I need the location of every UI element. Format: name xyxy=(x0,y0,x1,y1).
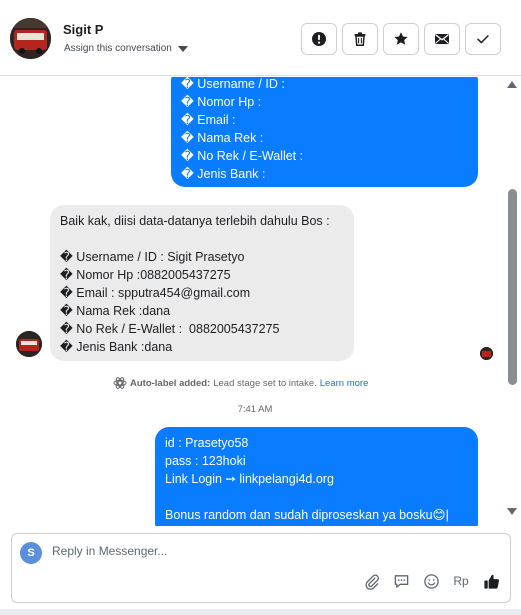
learn-more-link[interactable]: Learn more xyxy=(320,378,369,389)
saved-reply-icon xyxy=(394,574,408,588)
saved-reply-button[interactable] xyxy=(392,572,410,590)
emoji-button[interactable] xyxy=(422,572,440,590)
delete-button[interactable] xyxy=(342,23,378,55)
outgoing-message-form[interactable]: � Username / ID : � Nomor Hp : � Email :… xyxy=(171,77,478,187)
seen-receipt-avatar xyxy=(480,347,493,360)
mark-spam-button[interactable] xyxy=(301,23,337,55)
message-line: Link Login ➙ linkpelangi4d.org xyxy=(165,472,334,486)
star-icon xyxy=(394,32,408,45)
attach-button[interactable] xyxy=(362,572,380,590)
auto-label-title: Auto-label added: xyxy=(130,377,211,389)
thumbs-up-icon xyxy=(483,574,499,589)
trash-icon xyxy=(354,32,366,46)
automation-icon xyxy=(113,377,127,389)
conversation-header: Sigit P Assign this conversation xyxy=(0,0,521,76)
message-line: Bonus random dan sudah diproseskan ya bo… xyxy=(165,508,449,522)
reply-input[interactable] xyxy=(52,544,492,558)
paperclip-icon xyxy=(364,574,379,590)
exclamation-circle-icon xyxy=(312,32,326,46)
outgoing-message-reply[interactable]: id : Prasetyo58 pass : 123hoki Link Logi… xyxy=(155,427,478,526)
message-line: � Email : xyxy=(181,113,236,127)
message-line: � Nomor Hp : xyxy=(181,95,262,109)
star-button[interactable] xyxy=(383,23,419,55)
message-line: � Email : spputra454@gmail.com xyxy=(60,286,251,300)
message-line: � Username / ID : Sigit Prasetyo xyxy=(60,250,245,264)
scroll-down-arrow-icon[interactable] xyxy=(507,508,517,515)
assign-conversation-dropdown[interactable]: Assign this conversation xyxy=(64,43,188,54)
auto-label-note: Auto-label added: Lead stage set to inta… xyxy=(113,376,368,390)
message-line: � Jenis Bank : xyxy=(181,167,266,181)
mark-done-button[interactable] xyxy=(465,23,501,55)
incoming-message[interactable]: Baik kak, diisi data-datanya terlebih da… xyxy=(50,205,354,361)
message-line: Baik kak, diisi data-datanya terlebih da… xyxy=(60,214,330,228)
reply-composer: S Rp xyxy=(11,533,511,603)
message-line: � No Rek / E-Wallet : xyxy=(181,149,304,163)
page-avatar: S xyxy=(20,542,42,564)
checkmark-icon xyxy=(477,35,489,44)
message-line xyxy=(165,488,468,506)
message-line: � Jenis Bank :dana xyxy=(60,340,173,354)
bottom-border xyxy=(0,609,521,615)
message-timestamp: 7:41 AM xyxy=(237,404,273,415)
mark-unread-button[interactable] xyxy=(424,23,460,55)
like-button[interactable] xyxy=(482,572,500,590)
message-line: � Nama Rek : xyxy=(181,131,264,145)
contact-avatar[interactable] xyxy=(10,18,51,59)
sender-avatar[interactable] xyxy=(16,331,42,357)
message-thread[interactable]: � Username / ID : � Nomor Hp : � Email :… xyxy=(0,77,521,526)
scrollbar-thumb[interactable] xyxy=(508,189,517,385)
assign-label: Assign this conversation xyxy=(64,43,172,54)
auto-label-text: Lead stage set to intake. xyxy=(213,377,317,389)
message-line: � Username / ID : xyxy=(181,77,285,91)
envelope-icon xyxy=(435,34,449,44)
scroll-up-arrow-icon[interactable] xyxy=(507,81,517,88)
thread-scrollbar[interactable] xyxy=(505,77,519,526)
contact-name[interactable]: Sigit P xyxy=(63,22,103,37)
message-line xyxy=(60,230,344,248)
caret-down-icon xyxy=(177,45,188,52)
emoji-icon xyxy=(423,573,439,589)
message-line: id : Prasetyo58 xyxy=(165,436,249,450)
message-line: pass : 123hoki xyxy=(165,454,246,468)
message-line: � No Rek / E-Wallet : 0882005437275 xyxy=(60,322,280,336)
message-line: � Nama Rek :dana xyxy=(60,304,171,318)
message-line: � Nomor Hp :0882005437275 xyxy=(60,268,231,282)
payment-button[interactable]: Rp xyxy=(452,572,470,590)
